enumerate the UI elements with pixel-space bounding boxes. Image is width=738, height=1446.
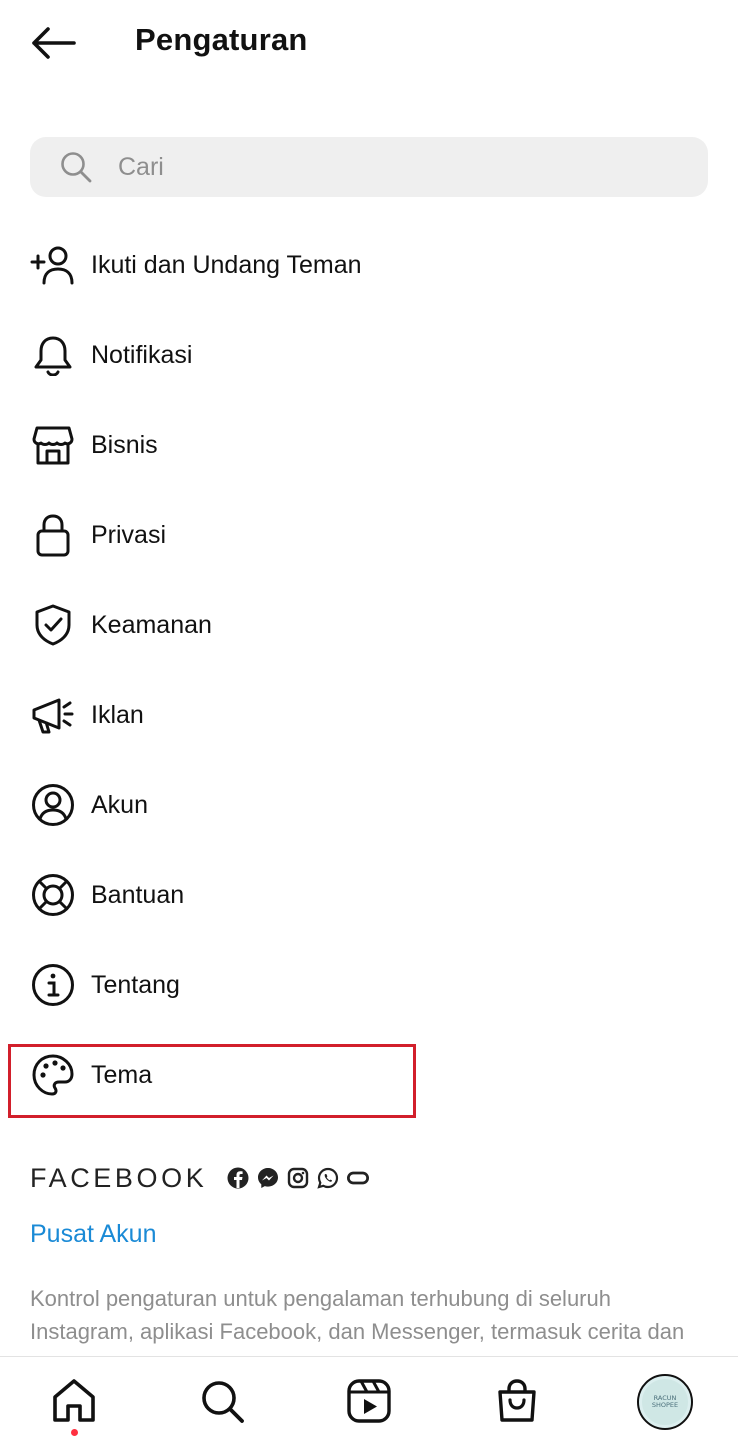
tab-shop[interactable]: [489, 1373, 545, 1429]
shop-icon: [498, 1379, 536, 1422]
menu-item-label: Bisnis: [91, 430, 158, 459]
facebook-app-icons: [227, 1167, 370, 1189]
shield-check-icon: [30, 602, 76, 648]
add-person-icon: [30, 242, 76, 288]
messenger-icon: [257, 1167, 279, 1189]
facebook-wordmark: FACEBOOK: [30, 1162, 208, 1193]
menu-item-label: Akun: [91, 790, 148, 819]
search-icon: [60, 150, 94, 184]
info-icon: [30, 962, 76, 1008]
tab-profile-avatar[interactable]: RACUN SHOPEE: [637, 1374, 693, 1430]
accounts-center-description: Kontrol pengaturan untuk pengalaman terh…: [30, 1286, 685, 1344]
menu-item-label: Bantuan: [91, 880, 185, 909]
store-icon: [30, 422, 76, 468]
menu-item-business[interactable]: Bisnis: [0, 400, 738, 490]
menu-item-notifications[interactable]: Notifikasi: [0, 310, 738, 400]
reels-icon: [347, 1379, 391, 1423]
tab-home[interactable]: [46, 1373, 102, 1429]
facebook-icon: [227, 1167, 249, 1189]
bell-icon: [30, 332, 76, 378]
home-icon: [53, 1379, 95, 1422]
lock-icon: [30, 512, 76, 558]
tab-reels[interactable]: [341, 1373, 397, 1429]
instagram-icon: [287, 1167, 309, 1189]
menu-item-label: Ikuti dan Undang Teman: [91, 250, 362, 279]
avatar: RACUN SHOPEE: [642, 1379, 688, 1425]
menu-item-label: Tentang: [91, 970, 180, 999]
notification-dot: [71, 1429, 78, 1436]
search-input[interactable]: [118, 152, 678, 182]
arrow-left-icon: [32, 27, 76, 59]
menu-item-about[interactable]: Tentang: [0, 940, 738, 1030]
page-title: Pengaturan: [135, 22, 308, 57]
menu-item-label: Notifikasi: [91, 340, 193, 369]
menu-item-privacy[interactable]: Privasi: [0, 490, 738, 580]
menu-item-follow-invite[interactable]: Ikuti dan Undang Teman: [0, 220, 738, 310]
highlight-box: [8, 1044, 416, 1118]
menu-item-ads[interactable]: Iklan: [0, 670, 738, 760]
search-icon: [202, 1381, 244, 1423]
lifebuoy-icon: [30, 872, 76, 918]
search-bar[interactable]: [30, 137, 708, 197]
whatsapp-icon: [317, 1167, 339, 1189]
menu-item-label: Keamanan: [91, 610, 212, 639]
accounts-center-link[interactable]: Pusat Akun: [30, 1220, 156, 1249]
account-circle-icon: [30, 782, 76, 828]
menu-item-help[interactable]: Bantuan: [0, 850, 738, 940]
bottom-tab-bar: RACUN SHOPEE: [0, 1356, 738, 1446]
avatar-logo-text-2: SHOPEE: [651, 1401, 679, 1409]
menu-item-security[interactable]: Keamanan: [0, 580, 738, 670]
menu-item-label: Privasi: [91, 520, 167, 549]
back-button[interactable]: [28, 20, 78, 66]
oculus-icon: [347, 1167, 370, 1189]
megaphone-icon: [30, 692, 76, 738]
tab-search[interactable]: [194, 1373, 250, 1429]
facebook-brand-row: FACEBOOK: [30, 1160, 370, 1196]
menu-item-account[interactable]: Akun: [0, 760, 738, 850]
menu-item-label: Iklan: [91, 700, 144, 729]
header: Pengaturan: [0, 0, 738, 86]
